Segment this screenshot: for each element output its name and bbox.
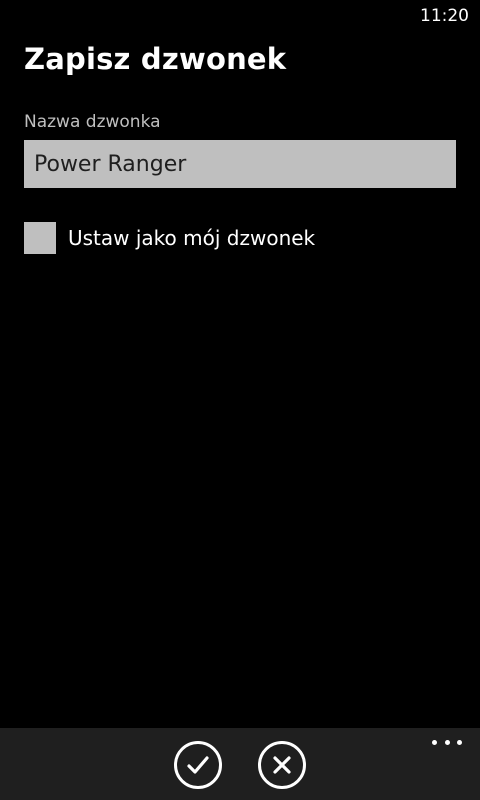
ringtone-name-input[interactable] xyxy=(24,140,456,188)
cancel-button[interactable] xyxy=(258,741,306,789)
app-bar xyxy=(0,728,480,800)
ringtone-name-label: Nazwa dzwonka xyxy=(24,112,161,132)
clock: 11:20 xyxy=(420,6,469,26)
set-as-ringtone-checkbox-row[interactable]: Ustaw jako mój dzwonek xyxy=(24,222,315,254)
more-options-icon xyxy=(444,739,450,745)
more-options-icon xyxy=(457,739,462,745)
more-options-icon xyxy=(432,739,437,745)
page-title: Zapisz dzwonek xyxy=(24,42,287,76)
set-as-ringtone-label[interactable]: Ustaw jako mój dzwonek xyxy=(68,226,315,250)
check-icon xyxy=(187,756,209,774)
close-icon xyxy=(273,756,291,774)
set-as-ringtone-checkbox[interactable] xyxy=(24,222,56,254)
save-button[interactable] xyxy=(174,741,222,789)
status-bar: 11:20 xyxy=(0,0,480,32)
more-options-button[interactable] xyxy=(432,733,462,751)
